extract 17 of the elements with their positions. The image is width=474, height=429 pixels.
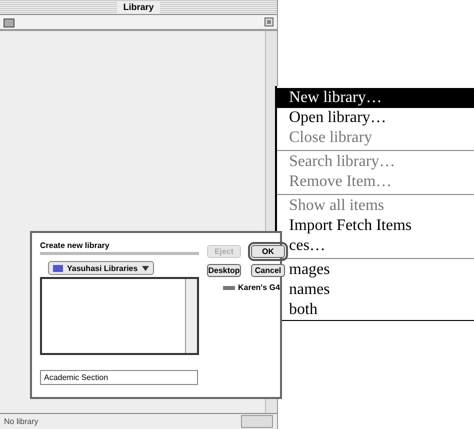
dialog-button[interactable]: OK — [251, 245, 285, 258]
window-title: Library — [117, 1, 160, 13]
disk-name: Karen's G4 — [238, 283, 280, 292]
scroll-bar[interactable] — [185, 279, 197, 353]
name-field[interactable]: Academic Section — [40, 370, 198, 385]
menu-item[interactable]: New library… — [277, 88, 474, 108]
caret-icon — [142, 264, 149, 272]
file-list[interactable] — [40, 277, 199, 355]
dialog-button[interactable]: Desktop — [207, 264, 241, 277]
folder-popup[interactable]: Yasuhasi Libraries — [48, 261, 154, 275]
scroll-bar[interactable] — [241, 415, 273, 428]
dialog-title: Create new library — [40, 241, 110, 250]
status-text: No library — [4, 417, 38, 426]
zoom-icon[interactable] — [264, 17, 274, 27]
menu-item[interactable]: Open library… — [277, 108, 474, 128]
menu-item[interactable]: Import Fetch Items — [277, 216, 474, 236]
dialog-button[interactable]: Cancel — [251, 264, 285, 277]
